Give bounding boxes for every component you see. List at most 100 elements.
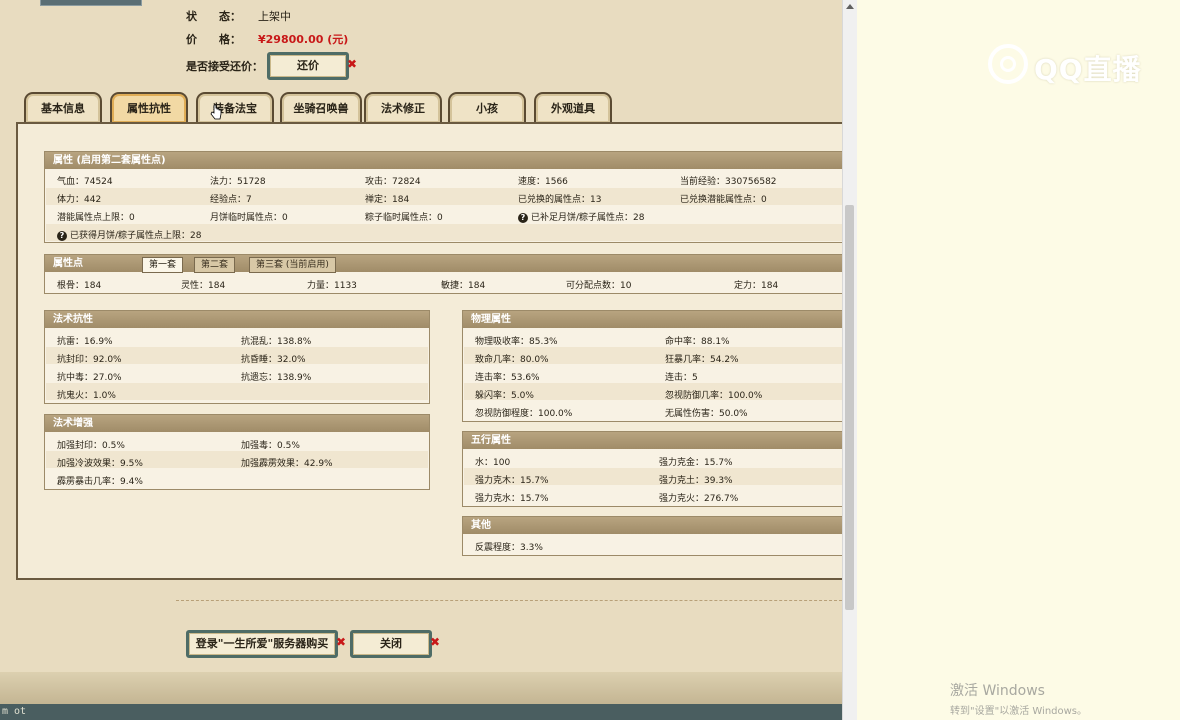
tab-equipment[interactable]: 装备法宝 bbox=[196, 92, 274, 123]
attr-obtained-limit-text: 已获得月饼/粽子属性点上限：28 bbox=[70, 231, 202, 241]
subtab-set-2[interactable]: 第二套 bbox=[194, 257, 236, 273]
other-counter: 反震程度：3.3% bbox=[475, 543, 543, 553]
resist-seal: 抗封印：92.0% bbox=[57, 355, 122, 365]
price-label: 价 格： bbox=[186, 33, 241, 46]
activate-windows-watermark: 激活 Windows 转到"设置"以激活 Windows。 bbox=[950, 680, 1087, 717]
attr-exchanged-points: 已兑换的属性点：13 bbox=[518, 195, 602, 205]
attr-stamina: 体力：442 bbox=[57, 195, 102, 205]
phys-crit: 致命几率：80.0% bbox=[475, 355, 549, 365]
spell-boost-section: 法术增强 加强封印：0.5% 加强毒：0.5% 加强冷波效果：9.5% 加强霹雳… bbox=[44, 414, 430, 490]
attr-mooncake-temp: 月饼临时属性点：0 bbox=[210, 213, 288, 223]
other-header: 其他 bbox=[463, 517, 842, 534]
elem-water: 水：100 bbox=[475, 458, 511, 468]
points-constitution: 根骨：184 bbox=[57, 281, 102, 291]
attr-exchanged-potential: 已兑换潜能属性点：0 bbox=[680, 195, 767, 205]
bargain-x-icon: ✖ bbox=[347, 57, 358, 71]
resist-forget: 抗遗忘：138.9% bbox=[241, 373, 312, 383]
attributes-section: 属性 (启用第二套属性点) 气血：74524 法力：51728 攻击：72824… bbox=[44, 151, 842, 243]
divider bbox=[176, 600, 842, 601]
taskbar-band bbox=[0, 704, 842, 720]
question-icon[interactable]: ? bbox=[518, 213, 528, 223]
phys-hit: 命中率：88.1% bbox=[665, 337, 730, 347]
bargain-row: 是否接受还价： bbox=[186, 58, 266, 74]
spell-boost-header: 法术增强 bbox=[45, 415, 429, 432]
points-allocatable: 可分配点数：10 bbox=[566, 281, 632, 291]
status-value: 上架中 bbox=[258, 10, 291, 23]
attr-current-exp: 当前经验：330756582 bbox=[680, 177, 777, 187]
resist-sleep: 抗昏睡：32.0% bbox=[241, 355, 306, 365]
empty-area bbox=[857, 0, 1180, 720]
attr-meditation: 禅定：184 bbox=[365, 195, 410, 205]
physical-header: 物理属性 bbox=[463, 311, 842, 328]
attr-obtained-limit: ? 已获得月饼/粽子属性点上限：28 bbox=[57, 228, 202, 241]
tab-basic-info[interactable]: 基本信息 bbox=[24, 92, 102, 123]
login-x-icon: ✖ bbox=[336, 635, 347, 649]
status-row: 状 态： 上架中 bbox=[186, 8, 291, 24]
question-icon[interactable]: ? bbox=[57, 231, 67, 241]
phys-ignore-def-chance: 忽视防御几率：100.0% bbox=[665, 391, 763, 401]
elem-vs-earth: 强力克土：39.3% bbox=[659, 476, 733, 486]
attr-attack: 攻击：72824 bbox=[365, 177, 421, 187]
attr-supplemented: ? 已补足月饼/粽子属性点：28 bbox=[518, 210, 645, 223]
activate-sub: 转到"设置"以激活 Windows。 bbox=[950, 706, 1088, 717]
points-endurance: 定力：184 bbox=[734, 281, 779, 291]
attr-mp: 法力：51728 bbox=[210, 177, 266, 187]
other-section: 其他 反震程度：3.3% bbox=[462, 516, 842, 556]
subtab-set-1[interactable]: 第一套 bbox=[142, 257, 184, 273]
scroll-thumb[interactable] bbox=[845, 205, 854, 610]
boost-thunderbolt: 加强霹雳效果：42.9% bbox=[241, 459, 333, 469]
points-section: 属性点 第一套 第二套 第三套 (当前启用) 根骨：184 灵性：184 力量：… bbox=[44, 254, 842, 294]
attribute-panel: 属性 (启用第二套属性点) 气血：74524 法力：51728 攻击：72824… bbox=[16, 122, 842, 580]
scroll-up-icon[interactable] bbox=[846, 4, 854, 9]
resist-thunder: 抗雷：16.9% bbox=[57, 337, 113, 347]
resist-chaos: 抗混乱：138.8% bbox=[241, 337, 312, 347]
vertical-scrollbar[interactable] bbox=[842, 0, 857, 720]
elem-vs-fire: 强力克火：276.7% bbox=[659, 494, 739, 504]
spell-resist-section: 法术抗性 抗雷：16.9% 抗混乱：138.8% 抗封印：92.0% 抗昏睡：3… bbox=[44, 310, 430, 404]
attr-hp: 气血：74524 bbox=[57, 177, 113, 187]
tab-appearance[interactable]: 外观道具 bbox=[534, 92, 612, 123]
tab-mount-summon[interactable]: 坐骑召唤兽 bbox=[280, 92, 362, 123]
boost-poison: 加强毒：0.5% bbox=[241, 441, 300, 451]
boost-seal: 加强封印：0.5% bbox=[57, 441, 125, 451]
phys-absorb: 物理吸收率：85.3% bbox=[475, 337, 558, 347]
elem-vs-water: 强力克水：15.7% bbox=[475, 494, 549, 504]
status-label: 状 态： bbox=[186, 10, 241, 23]
attr-potential-limit: 潜能属性点上限：0 bbox=[57, 213, 135, 223]
attr-supplemented-text: 已补足月饼/粽子属性点：28 bbox=[531, 213, 645, 223]
resist-poison: 抗中毒：27.0% bbox=[57, 373, 122, 383]
tab-child[interactable]: 小孩 bbox=[448, 92, 526, 123]
phys-combo-rate: 连击率：53.6% bbox=[475, 373, 540, 383]
attr-zongzi-temp: 粽子临时属性点：0 bbox=[365, 213, 443, 223]
phys-combo: 连击：5 bbox=[665, 373, 698, 383]
points-spirit: 灵性：184 bbox=[181, 281, 226, 291]
close-button[interactable]: 关闭 bbox=[350, 630, 432, 658]
bargain-label: 是否接受还价： bbox=[186, 60, 263, 73]
activate-title: 激活 Windows bbox=[950, 683, 1045, 699]
game-trade-window: 状 态： 上架中 价 格： ¥29800.00 (元) 是否接受还价： 还价 ✖ 基… bbox=[0, 0, 842, 720]
phys-neutral-dmg: 无属性伤害：50.0% bbox=[665, 409, 748, 419]
points-strength: 力量：1133 bbox=[307, 281, 357, 291]
tab-attribute-resist[interactable]: 属性抗性 bbox=[110, 92, 188, 123]
spell-resist-header: 法术抗性 bbox=[45, 311, 429, 328]
row-bg bbox=[46, 206, 842, 223]
qq-logo-text: QQ直播 bbox=[1034, 53, 1142, 86]
phys-berserk: 狂暴几率：54.2% bbox=[665, 355, 739, 365]
phys-ignore-def-degree: 忽视防御程度：100.0% bbox=[475, 409, 573, 419]
elem-vs-metal: 强力克金：15.7% bbox=[659, 458, 733, 468]
price-value: ¥29800.00 (元) bbox=[258, 33, 349, 46]
attributes-header: 属性 (启用第二套属性点) bbox=[45, 152, 842, 169]
points-title: 属性点 bbox=[53, 258, 83, 269]
top-image-fragment bbox=[40, 0, 142, 6]
bargain-button[interactable]: 还价 bbox=[267, 52, 349, 80]
resist-ghostfire: 抗鬼火：1.0% bbox=[57, 391, 116, 401]
hand-cursor-icon bbox=[210, 104, 222, 120]
price-row: 价 格： ¥29800.00 (元) bbox=[186, 31, 348, 47]
elem-vs-wood: 强力克木：15.7% bbox=[475, 476, 549, 486]
qq-live-logo: QQ直播 bbox=[988, 42, 1148, 88]
tab-spell-correction[interactable]: 法术修正 bbox=[364, 92, 442, 123]
subtab-set-3[interactable]: 第三套 (当前启用) bbox=[249, 257, 336, 273]
five-elements-section: 五行属性 水：100 强力克金：15.7% 强力克木：15.7% 强力克土：39… bbox=[462, 431, 842, 507]
login-buy-button[interactable]: 登录"一生所爱"服务器购买 bbox=[186, 630, 338, 658]
qq-logo-icon bbox=[988, 44, 1028, 84]
